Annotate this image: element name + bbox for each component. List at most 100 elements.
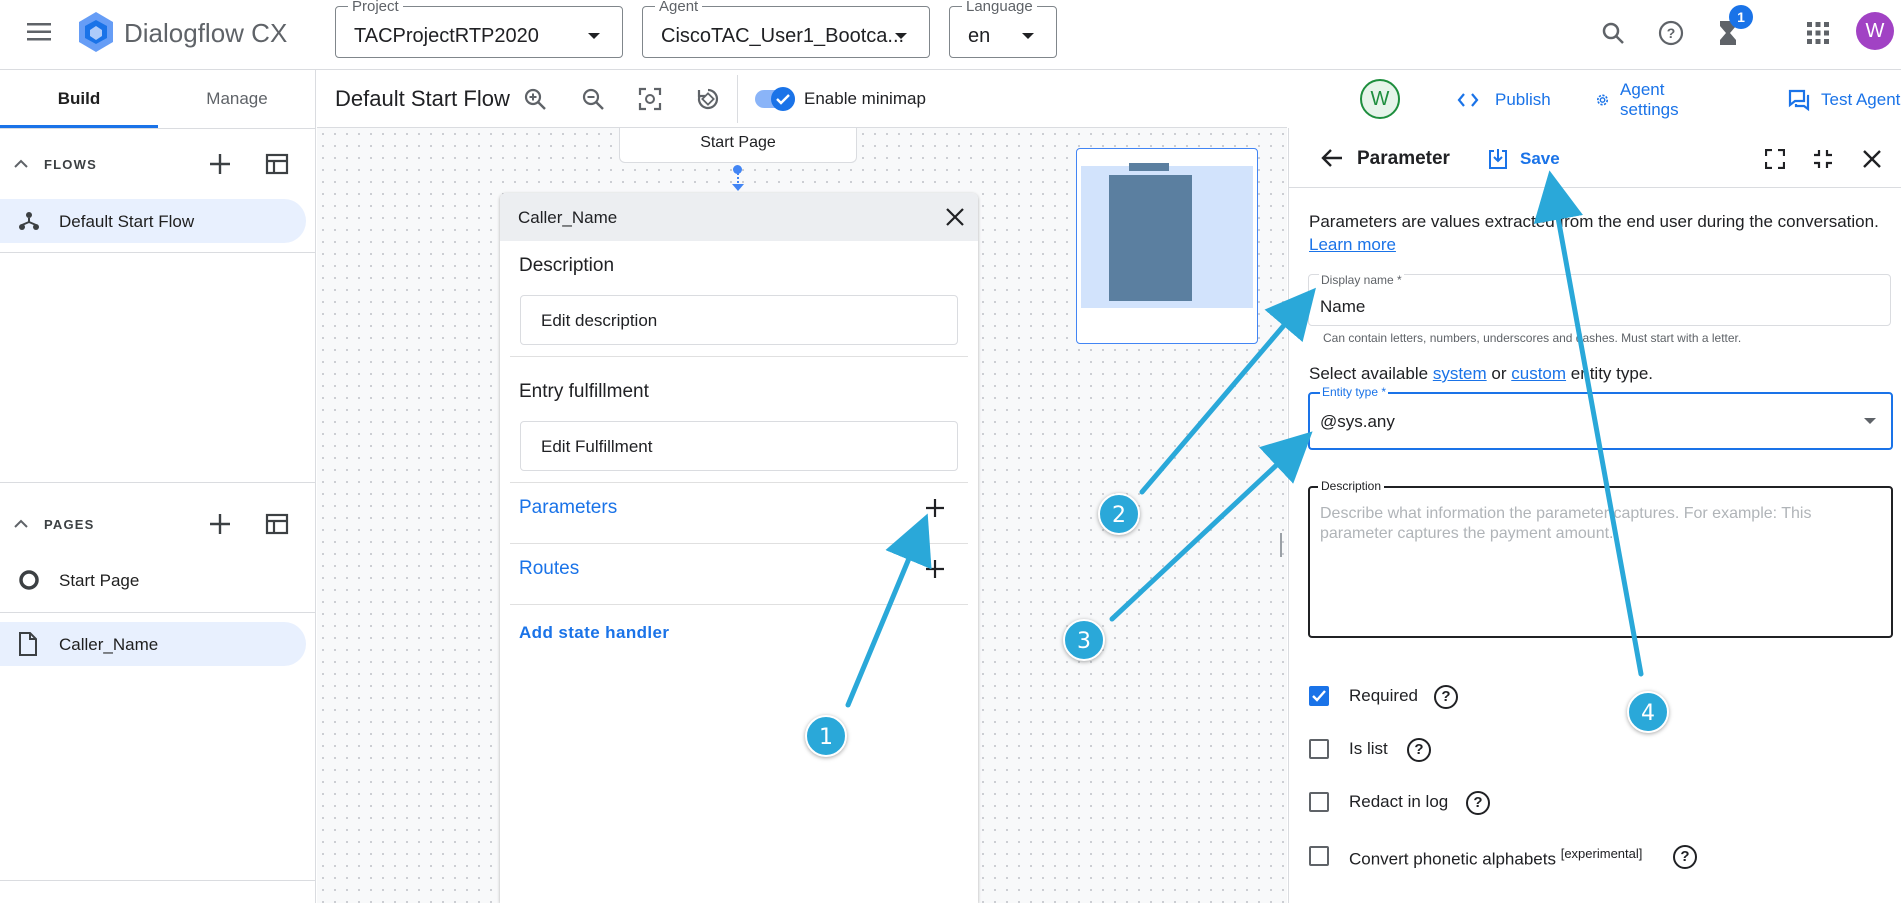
description-textarea[interactable]: Description Describe what information th… [1308,479,1893,638]
flow-item-default-start-flow[interactable]: Default Start Flow [0,199,306,243]
pages-section-header: PAGES [0,500,316,550]
fit-to-screen-icon[interactable] [638,87,662,116]
table-view-icon[interactable] [265,152,289,181]
close-icon[interactable] [946,208,964,231]
experimental-tag: [experimental] [1560,846,1643,861]
display-name-label: Display name * [1319,273,1404,287]
page-card: Caller_Name Description Edit description… [500,193,978,903]
page-card-header: Caller_Name [500,193,978,241]
save-button[interactable]: Save [1488,146,1560,172]
menu-icon[interactable] [24,20,54,44]
reset-rotate-icon[interactable] [695,86,721,117]
routes-link[interactable]: Routes [519,558,579,580]
panel-resize-handle[interactable] [1280,533,1282,557]
required-checkbox[interactable] [1309,686,1329,706]
edit-description-field[interactable]: Edit description [520,295,958,345]
convert-phonetic-checkbox[interactable] [1309,846,1329,866]
add-page-icon[interactable] [208,512,232,541]
add-flow-icon[interactable] [208,152,232,181]
entity-type-select[interactable]: Entity type * @sys.any [1308,385,1893,450]
annotation-marker-2: 2 [1098,493,1140,535]
edit-fulfillment-field[interactable]: Edit Fulfillment [520,421,958,471]
redact-in-log-label: Redact in log [1349,792,1449,811]
left-nav: Build Manage FLOWS Default Start Flow PA… [0,70,316,903]
description-heading: Description [519,255,615,276]
entity-type-label: Entity type * [1320,385,1389,399]
option-convert-phonetic[interactable]: Convert phonetic alphabets [experimental… [1289,836,1901,876]
option-is-list[interactable]: Is list ? [1289,729,1901,769]
tab-manage[interactable]: Manage [158,70,316,128]
is-list-checkbox[interactable] [1309,739,1329,759]
publish-label: Publish [1495,90,1551,109]
chevron-up-icon[interactable] [14,516,28,534]
chevron-up-icon[interactable] [14,156,28,174]
language-select[interactable]: Language en [949,0,1057,58]
help-icon[interactable]: ? [1656,18,1686,48]
help-icon[interactable]: ? [1466,791,1490,815]
annotation-marker-1: 1 [805,715,847,757]
help-icon[interactable]: ? [1673,845,1697,869]
page-item-label: Caller_Name [59,635,159,654]
learn-more-link[interactable]: Learn more [1309,235,1396,254]
help-icon[interactable]: ? [1434,685,1458,709]
fullscreen-icon[interactable] [1764,148,1786,174]
page-item-caller-name[interactable]: Caller_Name [0,622,306,666]
system-entity-link[interactable]: system [1433,364,1487,383]
custom-entity-link[interactable]: custom [1511,364,1566,383]
project-select[interactable]: Project TACProjectRTP2020 [335,0,623,58]
zoom-in-icon[interactable] [523,87,547,116]
connector-arrow [732,184,744,191]
page-item-label: Start Page [59,571,140,590]
agent-select[interactable]: Agent CiscoTAC_User1_Bootca... [642,0,930,58]
publish-button[interactable]: Publish [1457,88,1551,112]
page-document-icon [18,632,38,661]
test-agent-button[interactable]: Test Agent [1787,87,1900,113]
divider [0,880,316,881]
divider [0,252,316,253]
start-page-node[interactable]: Start Page [619,128,857,163]
account-avatar[interactable]: W [1856,12,1894,50]
chevron-down-icon [1022,33,1034,39]
zoom-out-icon[interactable] [581,87,605,116]
add-parameter-icon[interactable] [925,498,945,523]
required-label: Required [1349,686,1418,705]
page-item-start-page[interactable]: Start Page [0,558,306,602]
apps-grid-icon[interactable] [1803,18,1833,48]
minimap[interactable] [1076,148,1258,344]
flow-item-label: Default Start Flow [59,212,195,231]
add-route-icon[interactable] [925,559,945,584]
close-icon[interactable] [1862,149,1882,174]
option-required[interactable]: Required ? [1289,676,1901,716]
flow-title: Default Start Flow [335,86,510,111]
pages-title: PAGES [44,517,95,532]
back-arrow-icon[interactable] [1321,148,1343,173]
agent-settings-button[interactable]: Agent settings [1595,80,1688,119]
tab-build[interactable]: Build [0,70,158,128]
language-value: en [968,25,991,47]
flow-toolbar: Default Start Flow Enable minimap W Publ… [317,70,1900,128]
help-icon[interactable]: ? [1407,738,1431,762]
search-icon[interactable] [1598,18,1628,48]
collapse-icon[interactable] [1813,149,1833,174]
divider [510,604,968,605]
minimap-label: Enable minimap [804,89,926,108]
parameters-link[interactable]: Parameters [519,497,617,519]
project-value: TACProjectRTP2020 [354,25,539,47]
entity-type-value: @sys.any [1320,412,1395,431]
is-list-label: Is list [1349,739,1388,758]
edit-fulfillment-label: Edit Fulfillment [541,437,653,456]
minimap-toggle[interactable] [755,87,795,111]
display-name-field[interactable]: Display name * Name [1308,273,1891,326]
agent-value: CiscoTAC_User1_Bootca... [661,25,905,47]
page-card-title: Caller_Name [518,208,618,227]
table-view-icon[interactable] [265,512,289,541]
minimap-start-node [1129,163,1169,171]
save-label: Save [1520,149,1560,168]
redact-in-log-checkbox[interactable] [1309,792,1329,812]
edit-description-label: Edit description [541,311,658,330]
language-label: Language [962,0,1037,15]
option-redact-in-log[interactable]: Redact in log ? [1289,782,1901,822]
divider [737,75,738,123]
flows-title: FLOWS [44,157,97,172]
add-state-handler-link[interactable]: Add state handler [519,623,669,643]
